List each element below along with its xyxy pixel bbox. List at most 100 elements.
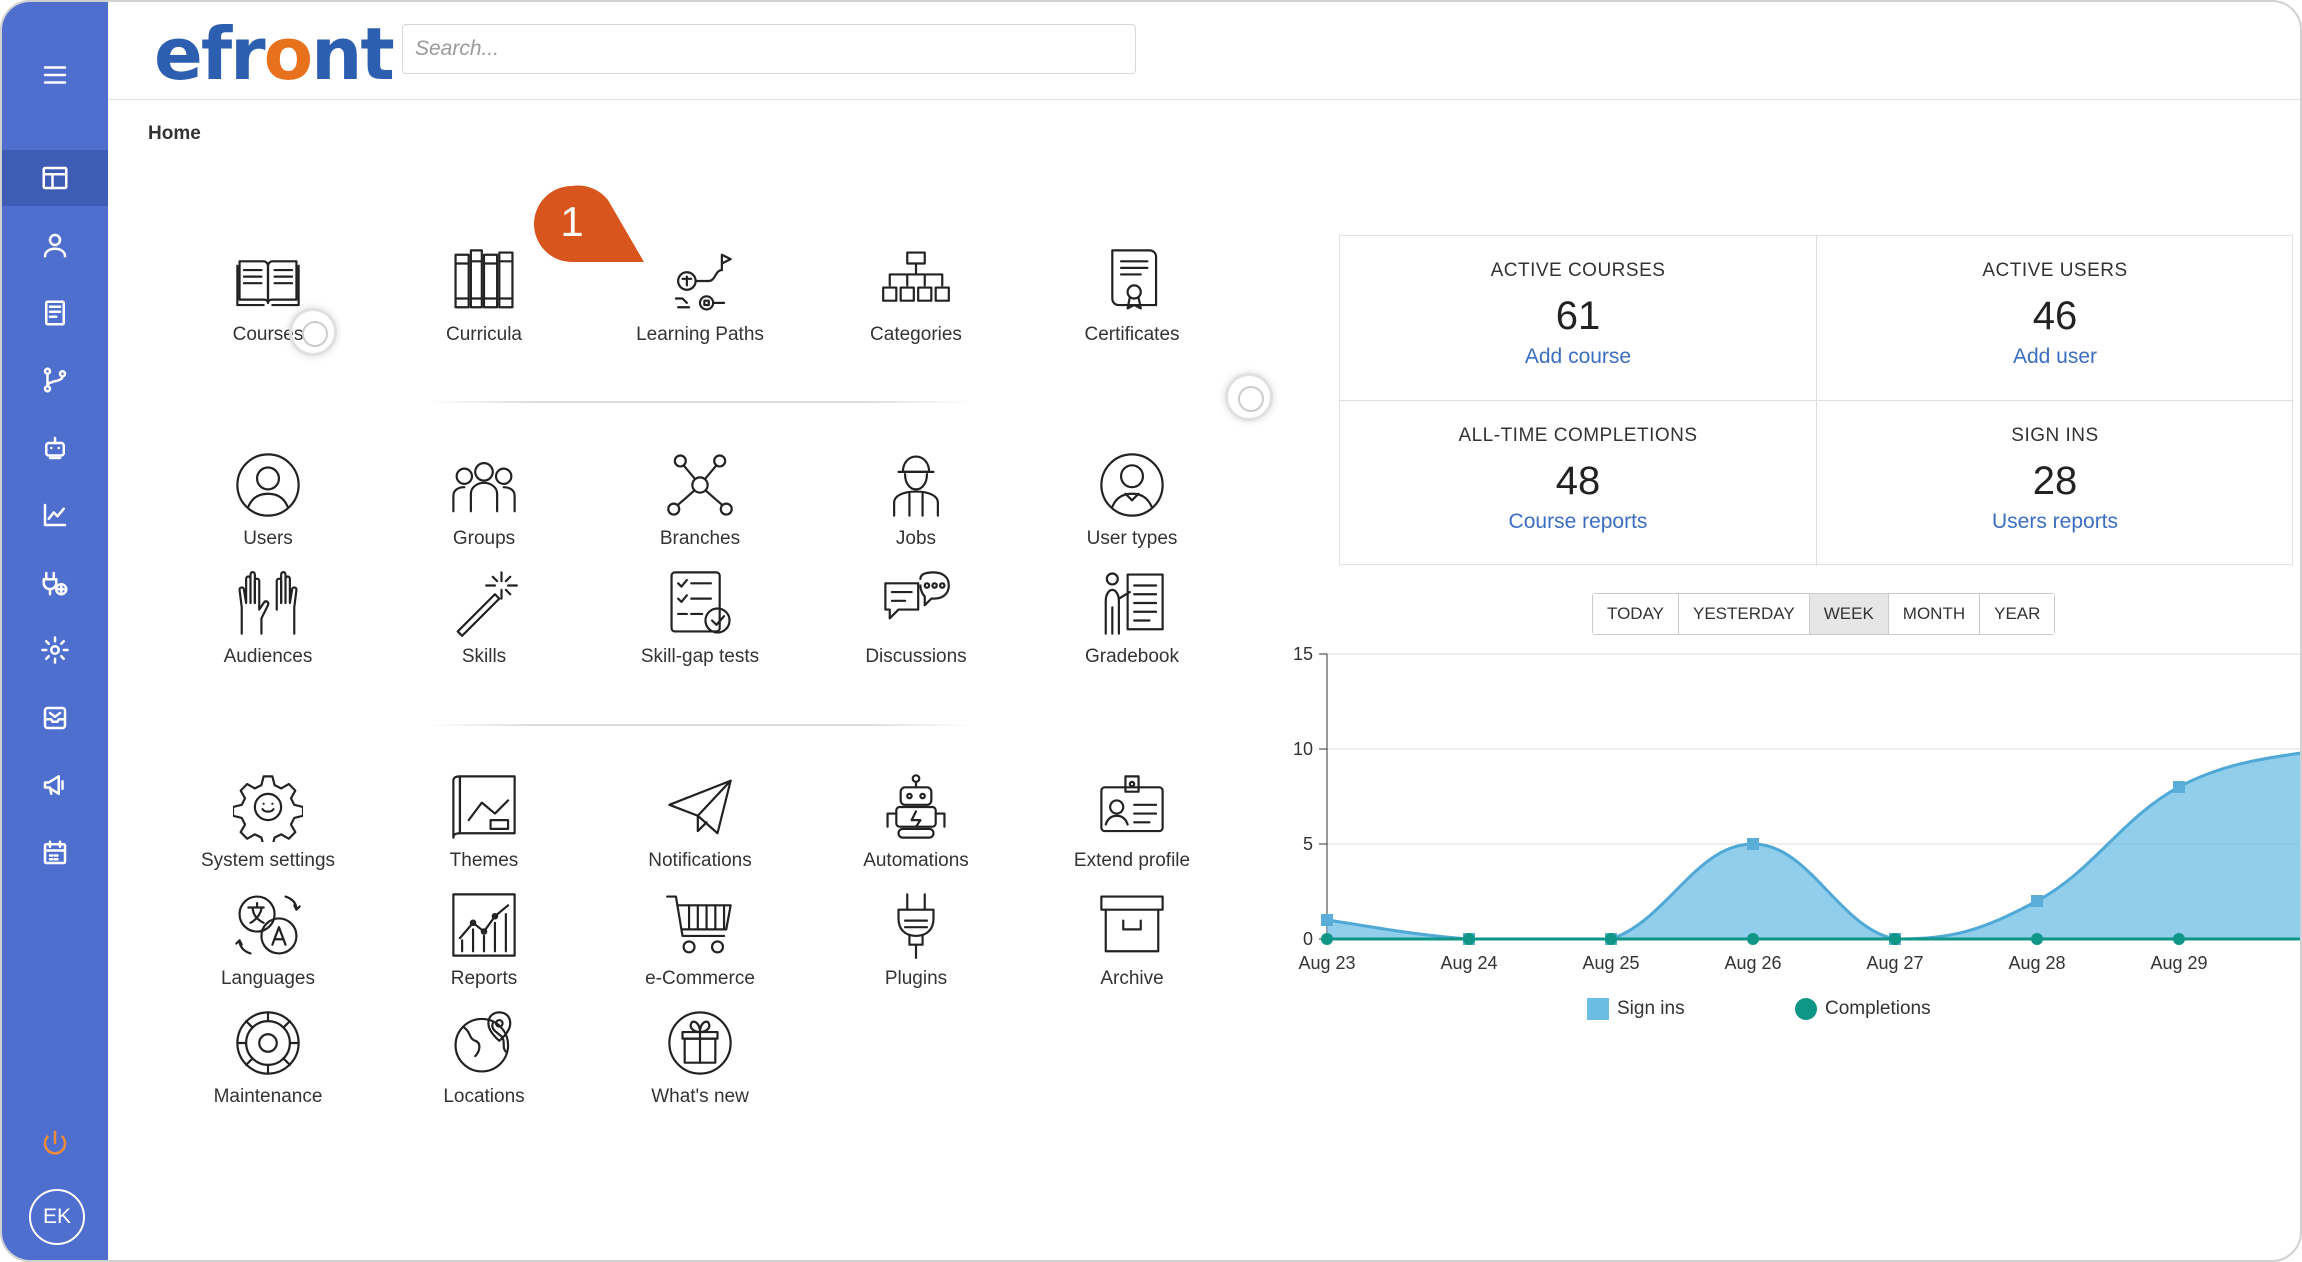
click-indicator — [1225, 373, 1273, 421]
tile-languages[interactable]: Languages — [168, 890, 368, 1000]
tile-courses[interactable]: Courses — [168, 246, 368, 356]
user-avatar[interactable]: EK — [29, 1189, 85, 1245]
click-indicator — [289, 308, 337, 356]
step-callout-marker: 1 — [534, 185, 644, 262]
tile-automations[interactable]: Automations — [816, 772, 1016, 882]
sidebar-item-users[interactable] — [2, 217, 108, 273]
network-icon — [667, 454, 733, 516]
section-divider — [427, 724, 972, 726]
stat-active-courses: ACTIVE COURSES 61 Add course — [1340, 236, 1816, 400]
tile-plugins[interactable]: Plugins — [816, 890, 1016, 1000]
menu-toggle-button[interactable] — [2, 47, 108, 103]
sign-ins-point — [1747, 838, 1759, 850]
course-reports-link[interactable]: Course reports — [1340, 510, 1816, 534]
top-bar: efront — [108, 2, 2300, 100]
tile-notifications[interactable]: Notifications — [600, 772, 800, 882]
group-icon — [452, 462, 516, 513]
calendar-icon — [43, 840, 67, 865]
completions-point — [1747, 933, 1759, 945]
legend-completions[interactable]: Completions — [1795, 998, 1931, 1020]
tile-maintenance[interactable]: Maintenance — [168, 1008, 368, 1118]
sidebar: EK — [2, 2, 108, 1260]
legend-sign-ins[interactable]: Sign ins — [1587, 998, 1685, 1020]
tile-skills[interactable]: Skills — [384, 568, 584, 678]
tile-skill-gap-tests[interactable]: Skill-gap tests — [600, 568, 800, 678]
tile-themes[interactable]: Themes — [384, 772, 584, 882]
sign-ins-point — [1321, 914, 1333, 926]
search-input[interactable] — [402, 24, 1136, 74]
tile-user-types[interactable]: User types — [1032, 450, 1232, 560]
breadcrumb[interactable]: Home — [148, 123, 201, 145]
sign-ins-point — [2031, 895, 2043, 907]
y-tick-label: 15 — [1293, 644, 1313, 664]
branch-icon — [43, 367, 67, 393]
section-divider — [427, 401, 972, 403]
open-book-icon — [236, 260, 300, 307]
activity-chart: 0 5 10 15 Aug 23 Aug 24 Aug 25 Aug 26 Aug 27 Aug … — [1293, 644, 2300, 973]
sidebar-item-reports[interactable] — [2, 487, 108, 543]
legend-label: Completions — [1825, 998, 1931, 1019]
book-icon — [45, 300, 65, 326]
robot-icon — [45, 436, 65, 460]
date-range-selector: TODAY YESTERDAY WEEK MONTH YEAR — [1592, 593, 2056, 635]
tile-users[interactable]: Users — [168, 450, 368, 560]
sitemap-icon — [882, 251, 950, 302]
user-circle-icon — [236, 453, 300, 517]
range-today-button[interactable]: TODAY — [1593, 594, 1679, 634]
sidebar-item-branches[interactable] — [2, 352, 108, 408]
sidebar-item-automations[interactable] — [2, 420, 108, 476]
tile-system-settings[interactable]: System settings — [168, 772, 368, 882]
tile-locations[interactable]: Locations — [384, 1008, 584, 1118]
plug-icon — [42, 571, 68, 596]
tile-discussions[interactable]: Discussions — [816, 568, 1016, 678]
completions-point — [2173, 933, 2185, 945]
stats-panel: ACTIVE COURSES 61 Add course ACTIVE USER… — [1339, 235, 2294, 566]
sidebar-item-messages[interactable] — [2, 690, 108, 746]
app-window: EK efront Home Courses Curricula Learnin… — [0, 0, 2302, 1262]
completions-point — [1889, 933, 1901, 945]
maintenance-gear-icon — [236, 1011, 300, 1075]
sidebar-item-dashboard[interactable] — [2, 150, 108, 206]
tile-categories[interactable]: Categories — [816, 246, 1016, 356]
tile-archive[interactable]: Archive — [1032, 890, 1232, 1000]
add-course-link[interactable]: Add course — [1340, 345, 1816, 369]
logout-button[interactable] — [2, 1115, 108, 1171]
inbox-icon — [43, 706, 67, 730]
sidebar-item-courses[interactable] — [2, 285, 108, 341]
sidebar-item-calendar[interactable] — [2, 825, 108, 881]
tile-reports[interactable]: Reports — [384, 890, 584, 1000]
tile-whats-new[interactable]: What's new — [600, 1008, 800, 1118]
settings-gear-icon — [233, 775, 303, 842]
efront-logo[interactable]: efront — [154, 12, 395, 96]
tile-audiences[interactable]: Audiences — [168, 568, 368, 678]
x-tick-label: Aug 27 — [1866, 953, 1923, 973]
x-tick-label: Aug 29 — [2150, 953, 2207, 973]
checklist-icon — [670, 571, 731, 634]
tile-gradebook[interactable]: Gradebook — [1032, 568, 1232, 678]
tile-branches[interactable]: Branches — [600, 450, 800, 560]
path-route-icon — [674, 253, 732, 311]
completions-point — [1321, 933, 1333, 945]
report-chart-icon — [452, 893, 516, 957]
gradebook-icon — [1104, 572, 1164, 635]
range-yesterday-button[interactable]: YESTERDAY — [1679, 594, 1810, 634]
legend-swatch — [1587, 998, 1609, 1020]
step-number: 1 — [560, 198, 583, 245]
users-reports-link[interactable]: Users reports — [1817, 510, 2293, 534]
sidebar-item-settings[interactable] — [2, 622, 108, 678]
range-month-button[interactable]: MONTH — [1888, 594, 1981, 634]
tile-groups[interactable]: Groups — [384, 450, 584, 560]
tile-jobs[interactable]: Jobs — [816, 450, 1016, 560]
sidebar-item-announcements[interactable] — [2, 757, 108, 813]
range-year-button[interactable]: YEAR — [1980, 594, 2055, 634]
tile-extend-profile[interactable]: Extend profile — [1032, 772, 1232, 882]
shopping-cart-icon — [666, 895, 732, 954]
tile-ecommerce[interactable]: e-Commerce — [600, 890, 800, 1000]
hamburger-icon — [43, 66, 67, 84]
tile-certificates[interactable]: Certificates — [1032, 246, 1232, 356]
sidebar-item-plugins[interactable] — [2, 555, 108, 611]
range-week-button[interactable]: WEEK — [1809, 594, 1889, 634]
add-user-link[interactable]: Add user — [1817, 345, 2293, 369]
x-tick-label: Aug 23 — [1298, 953, 1355, 973]
chart-line-icon — [43, 503, 67, 527]
